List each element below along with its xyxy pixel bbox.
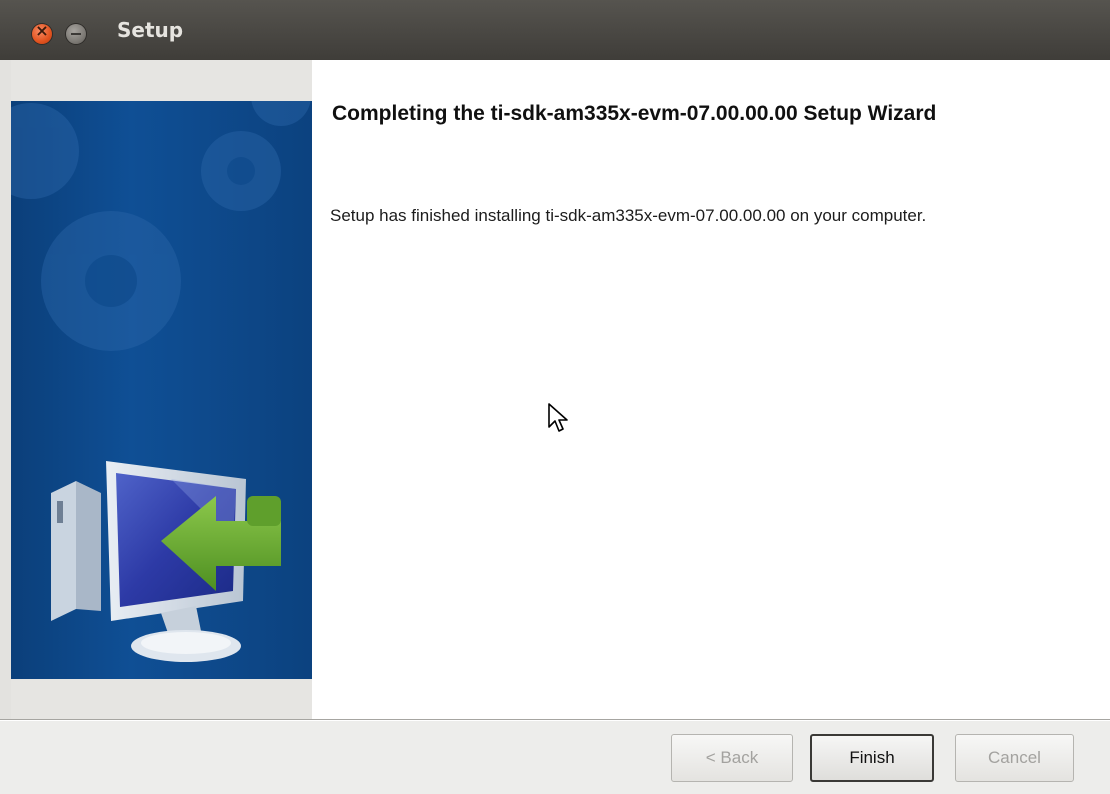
banner-graphic	[11, 101, 311, 662]
back-button[interactable]: < Back	[671, 734, 793, 782]
window-title: Setup	[117, 18, 184, 42]
banner-top-margin	[11, 60, 312, 101]
setup-window: Setup	[0, 0, 1110, 794]
mouse-pointer-icon	[548, 403, 568, 432]
minimize-icon[interactable]	[66, 24, 86, 44]
title-bar[interactable]: Setup	[0, 0, 1110, 61]
wizard-message: Setup has finished installing ti-sdk-am3…	[330, 206, 927, 225]
close-icon[interactable]	[32, 21, 52, 44]
banner-bottom-margin	[11, 679, 312, 719]
finish-button[interactable]: Finish	[810, 734, 934, 782]
wizard-content: Completing the ti-sdk-am335x-evm-07.00.0…	[312, 60, 1110, 719]
cancel-button[interactable]: Cancel	[955, 734, 1074, 782]
wizard-banner	[11, 101, 312, 679]
wizard-heading: Completing the ti-sdk-am335x-evm-07.00.0…	[332, 102, 937, 125]
button-bar: < Back Finish Cancel	[0, 721, 1110, 794]
